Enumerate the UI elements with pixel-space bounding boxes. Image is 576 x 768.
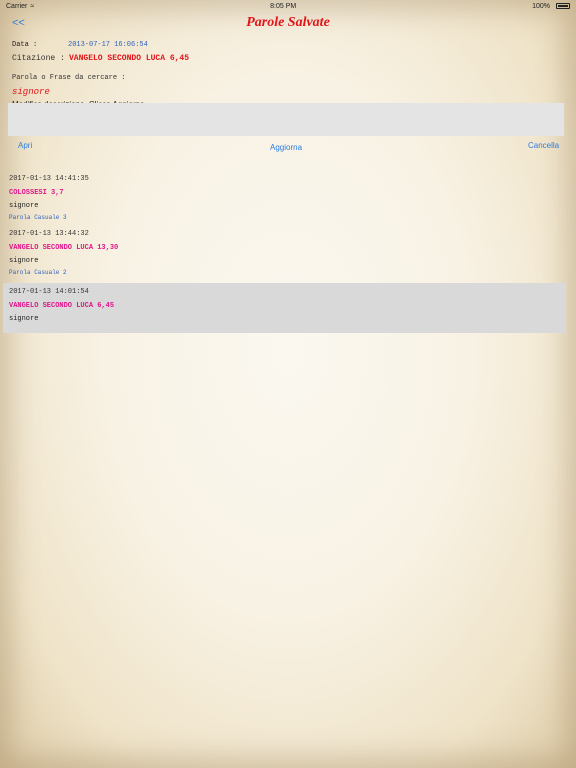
item-date: 2017-01-13 13:44:32 — [9, 230, 89, 238]
status-right: 100% — [532, 3, 570, 10]
description-input[interactable] — [8, 103, 564, 136]
item-date: 2017-01-13 14:41:35 — [9, 175, 89, 183]
battery-label: 100% — [532, 2, 550, 10]
aggiorna-button[interactable]: Aggiorna — [270, 143, 302, 152]
data-value: 2013-07-17 16:06:54 — [68, 41, 148, 49]
parola-label: Parola o Frase da cercare : — [12, 74, 126, 82]
status-bar: Carrier ≈ 8:05 PM 100% — [0, 0, 576, 12]
citazione-row: Citazione : VANGELO SECONDO LUCA 6,45 — [12, 54, 564, 67]
item-descrizione: Parola Casuale 2 — [9, 269, 67, 276]
action-bar: Apri Aggiorna Cancella — [0, 141, 576, 153]
item-citazione: VANGELO SECONDO LUCA 13,30 — [9, 244, 119, 252]
wifi-icon: ≈ — [30, 2, 35, 10]
item-parola: signore — [9, 202, 39, 210]
item-descrizione: Parola Casuale 3 — [9, 214, 67, 221]
cancella-button[interactable]: Cancella — [528, 141, 559, 150]
citazione-value: VANGELO SECONDO LUCA 6,45 — [69, 54, 190, 63]
status-time: 8:05 PM — [270, 2, 297, 10]
item-date: 2017-01-13 14:01:54 — [9, 288, 89, 296]
item-citazione: COLOSSESI 3,7 — [9, 189, 64, 197]
list-item-selected[interactable]: 2017-01-13 14:01:54 VANGELO SECONDO LUCA… — [3, 283, 566, 333]
battery-icon — [556, 3, 570, 9]
item-citazione: VANGELO SECONDO LUCA 6,45 — [9, 302, 115, 310]
data-label: Data : — [12, 41, 38, 49]
page-title: Parole Salvate — [246, 15, 330, 30]
apri-button[interactable]: Apri — [18, 141, 32, 150]
data-row: Data : 2013-07-17 16:06:54 — [12, 41, 564, 53]
saved-words-list: 2017-01-13 14:41:35 COLOSSESI 3,7 signor… — [0, 172, 576, 333]
navigation-bar: << Parole Salvate — [0, 12, 576, 36]
citazione-label: Citazione : — [12, 54, 65, 63]
parola-value: signore — [12, 87, 50, 97]
carrier-label: Carrier — [6, 2, 28, 10]
item-parola: signore — [9, 315, 39, 323]
list-item[interactable]: 2017-01-13 13:44:32 VANGELO SECONDO LUCA… — [0, 227, 576, 278]
list-item[interactable]: 2017-01-13 14:41:35 COLOSSESI 3,7 signor… — [0, 172, 576, 223]
status-left: Carrier ≈ — [6, 3, 34, 10]
item-parola: signore — [9, 257, 39, 265]
